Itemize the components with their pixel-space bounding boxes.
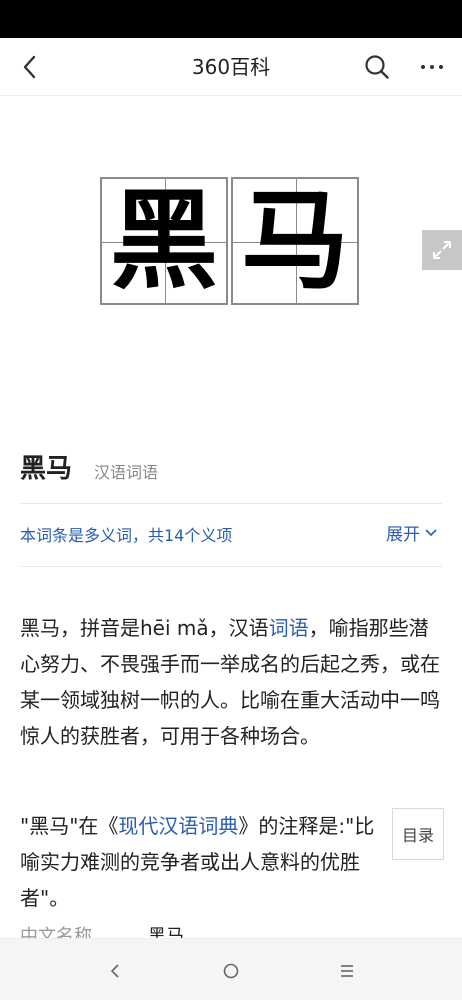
hero-image[interactable]: 黑 马 [100,177,360,307]
back-chevron-icon [23,55,36,79]
back-button[interactable] [14,51,46,83]
nav-menu-icon [341,965,353,977]
toc-button[interactable]: 目录 [392,808,444,860]
nav-home-icon [223,963,239,979]
more-dots-icon [421,65,443,69]
search-icon [365,55,389,79]
entry-title: 黑马 [20,454,73,484]
summary-paragraph: 黑马，拼音是hēi mǎ，汉语词语，喻指那些潜心努力、不畏强手而一举成名的后起之… [20,610,444,754]
nav-home-button[interactable] [213,953,249,989]
polysemy-notice[interactable]: 本词条是多义词，共14个义项 [20,522,232,546]
nav-back-button[interactable] [97,953,133,989]
search-button[interactable] [360,51,394,83]
divider [20,566,442,567]
entry-subtitle: 汉语词语 [94,463,159,482]
word-link[interactable]: 词语 [269,616,309,640]
nav-back-icon [110,964,119,978]
dictionary-link[interactable]: 现代汉语词典 [118,814,238,838]
divider [20,503,442,504]
character-box: 黑 [100,177,228,305]
more-button[interactable] [414,51,450,83]
expand-meanings-button[interactable]: 展开 [386,520,438,545]
dictionary-text: "黑马"在《 [20,814,119,838]
hero-character: 马 [240,178,349,304]
summary-text: 黑马，拼音是hēi mǎ，汉语 [20,616,269,640]
system-nav-bar [0,938,462,1000]
fullscreen-button[interactable] [422,230,462,270]
fullscreen-expand-icon [433,241,451,259]
hero-character: 黑 [109,178,218,304]
expand-label: 展开 [386,525,420,545]
status-bar [0,0,462,38]
app-header: 360百科 [0,38,462,96]
chevron-down-icon [424,528,438,538]
character-box: 马 [231,177,359,305]
dictionary-paragraph: "黑马"在《现代汉语词典》的注释是:"比喻实力难测的竞争者或出人意料的优胜者"。 [20,808,392,916]
nav-menu-button[interactable] [329,953,365,989]
